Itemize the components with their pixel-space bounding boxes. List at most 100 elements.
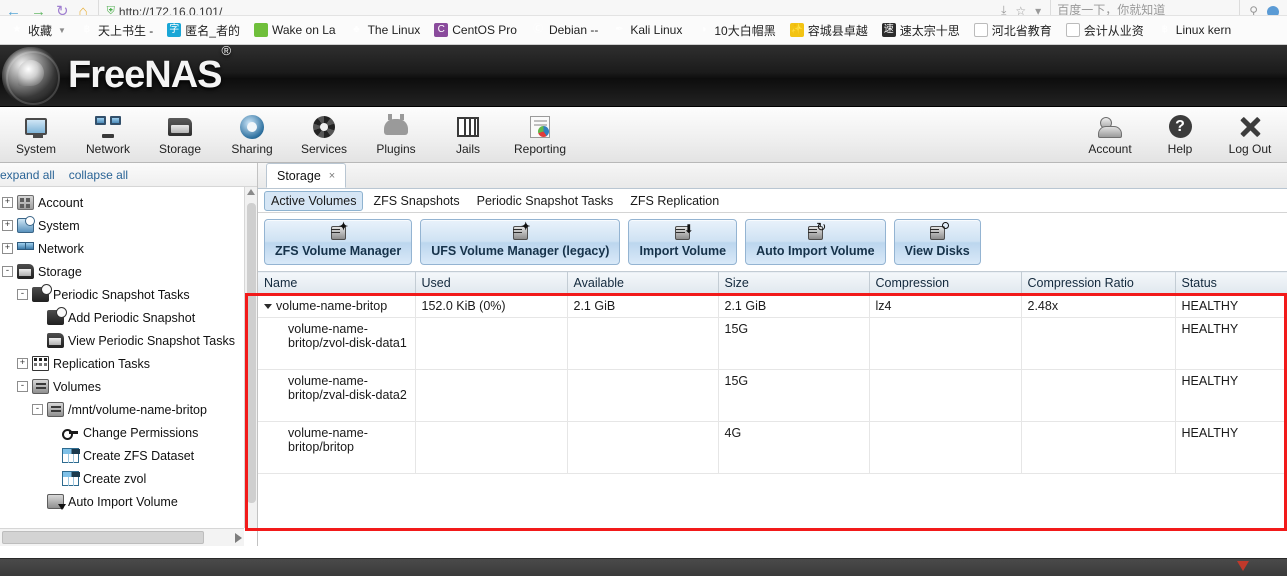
scroll-right-arrow-icon[interactable] [235,532,242,543]
expand-icon[interactable]: + [2,197,13,208]
table-row[interactable]: volume-name-britop/britop 4G HEALTHY [258,421,1287,474]
download-icon[interactable]: ⤓ [1001,3,1006,15]
nav-item-account[interactable]: Account [1075,114,1145,156]
auto-import-volume-button[interactable]: ↻ Auto Import Volume [745,219,886,265]
tab-active-volumes[interactable]: Active Volumes [264,190,364,211]
zfs-volume-manager-button[interactable]: ✦ ZFS Volume Manager [264,219,413,265]
sharing-icon [239,114,265,140]
view-disks-button[interactable]: View Disks [893,219,981,265]
nav-item-storage[interactable]: Storage [144,114,216,156]
sidebar-item-system[interactable]: + System [0,214,243,237]
tab-periodic-snapshot-tasks[interactable]: Periodic Snapshot Tasks [470,191,621,211]
sidebar-item-add-periodic-snapshot[interactable]: Add Periodic Snapshot [0,306,243,329]
bookmark-item[interactable]: Ⓒ Debian -- [524,21,605,39]
profile-avatar[interactable] [1267,6,1279,15]
nav-item-reporting[interactable]: Reporting [504,114,576,156]
sidebar-item-volumes[interactable]: - Volumes [0,375,243,398]
tab-zfs-snapshots[interactable]: ZFS Snapshots [366,191,466,211]
nav-item-label: Account [1088,141,1132,156]
expand-all-link[interactable]: expand all [0,168,55,182]
column-header-used[interactable]: Used [415,271,568,295]
nav-item-log-out[interactable]: Log Out [1215,114,1285,156]
bookmark-item[interactable]: ฿ 天上书生 - [73,20,160,41]
bookmark-item[interactable]: ♣ The Linux [343,21,428,39]
column-header-compression[interactable]: Compression [869,271,1022,295]
bookmark-item[interactable]: ฿ Linux kern [1151,21,1238,39]
bookmark-star-icon[interactable]: ☆ [1015,4,1026,15]
browser-search-input[interactable]: 百度一下，你就知道 [1050,0,1241,15]
sidebar-item-network[interactable]: + Network [0,237,243,260]
hscrollbar-thumb[interactable] [2,531,204,544]
cell-status: HEALTHY [1175,369,1287,422]
sidebar-vertical-scrollbar[interactable] [244,187,257,528]
tab-zfs-replication[interactable]: ZFS Replication [623,191,726,211]
volumes-table: Name Used Available Size Compression Compress… [258,271,1287,474]
table-row[interactable]: volume-name-britop/zvol-disk-data1 15G HEA… [258,317,1287,370]
nav-item-help[interactable]: ? Help [1145,114,1215,156]
bookmark-item[interactable]: ☰ 会计从业资 [1059,20,1151,41]
reload-icon[interactable]: ↻ [56,4,69,15]
sidebar-item-create-zfs-dataset[interactable]: Create ZFS Dataset [0,444,243,467]
cell-name: volume-name-britop/britop [258,421,416,474]
bookmark-item[interactable]: ✒ Kali Linux [605,21,689,39]
back-icon[interactable]: ← [6,4,21,15]
column-header-compression-ratio[interactable]: Compression Ratio [1021,271,1176,295]
expand-icon[interactable]: + [2,243,13,254]
import-volume-button[interactable]: ⬇ Import Volume [628,219,738,265]
chevron-down-icon[interactable]: ▾ [1035,4,1041,15]
close-icon[interactable]: × [329,170,335,182]
expand-triangle-icon[interactable] [264,304,272,310]
column-header-available[interactable]: Available [567,271,719,295]
nav-item-services[interactable]: Services [288,114,360,156]
sidebar-horizontal-scrollbar[interactable] [0,528,244,546]
nav-item-network[interactable]: Network [72,114,144,156]
nav-item-plugins[interactable]: Plugins [360,113,432,156]
bookmark-item[interactable]: Wake on La [247,21,343,39]
forward-icon[interactable]: → [31,4,46,15]
bookmark-item[interactable]: ☰ 河北省教育 [967,20,1059,41]
sidebar-item-replication-tasks[interactable]: + Replication Tasks [0,352,243,375]
home-icon[interactable]: ⌂ [79,4,88,15]
account-icon [1097,114,1123,140]
sidebar-item-auto-import-volume[interactable]: Auto Import Volume [0,490,243,513]
sidebar-item-mnt-volume-name-britop[interactable]: - /mnt/volume-name-britop [0,398,243,421]
collapse-icon[interactable]: - [17,289,28,300]
bookmark-item[interactable]: C CentOS Pro [427,21,524,39]
bookmark-label: 收藏 [28,23,53,38]
expand-icon[interactable]: + [2,220,13,231]
nav-item-jails[interactable]: Jails [432,114,504,156]
sidebar-item-label: /mnt/volume-name-britop [68,402,207,417]
expand-icon[interactable]: + [17,358,28,369]
bookmark-item[interactable]: 字匿名_者的 [160,20,247,41]
sidebar-item-label: Network [38,241,84,256]
sidebar-item-change-permissions[interactable]: Change Permissions [0,421,243,444]
column-header-name[interactable]: Name [258,271,416,295]
sidebar-item-periodic-snapshot-tasks[interactable]: - Periodic Snapshot Tasks [0,283,243,306]
sidebar-item-storage[interactable]: - Storage [0,260,243,283]
bookmark-item[interactable]: 速速太宗十思 [875,20,967,41]
search-icon[interactable]: ⚲ [1249,4,1258,15]
table-row[interactable]: volume-name-britop/zval-disk-data2 15G HEA… [258,369,1287,422]
ufs-volume-manager-button[interactable]: ✦ UFS Volume Manager (legacy) [420,219,621,265]
table-row[interactable]: volume-name-britop 152.0 KiB (0%) 2.1 GiB 2… [258,294,1287,318]
tab-storage[interactable]: Storage × [266,163,347,188]
bookmark-label: Kali Linux [630,23,683,37]
sidebar-item-create-zvol[interactable]: Create zvol [0,467,243,490]
sidebar-item-account[interactable]: + Account [0,191,243,214]
collapse-icon[interactable]: - [32,404,43,415]
url-input[interactable]: ⛨ http://172.16.0.101/ [97,0,1001,15]
collapse-icon[interactable]: - [2,266,13,277]
column-header-size[interactable]: Size [718,271,870,295]
bookmark-item[interactable]: ◑ 10大白帽黑 [689,20,782,41]
nav-item-system[interactable]: System [0,114,72,156]
sidebar-item-view-periodic-snapshot-tasks[interactable]: View Periodic Snapshot Tasks [0,329,243,352]
scroll-up-arrow-icon[interactable] [247,189,255,195]
collapse-icon[interactable]: - [17,381,28,392]
collapse-all-link[interactable]: collapse all [69,168,128,182]
chevron-down-icon[interactable]: ▼ [58,26,66,35]
bookmark-item[interactable]: ★ 收藏 ▼ [3,20,73,41]
scrollbar-thumb[interactable] [247,203,256,503]
nav-item-sharing[interactable]: Sharing [216,114,288,156]
bookmark-item[interactable]: ✨ 容城县卓越 [783,20,875,41]
column-header-status[interactable]: Status [1175,271,1287,295]
